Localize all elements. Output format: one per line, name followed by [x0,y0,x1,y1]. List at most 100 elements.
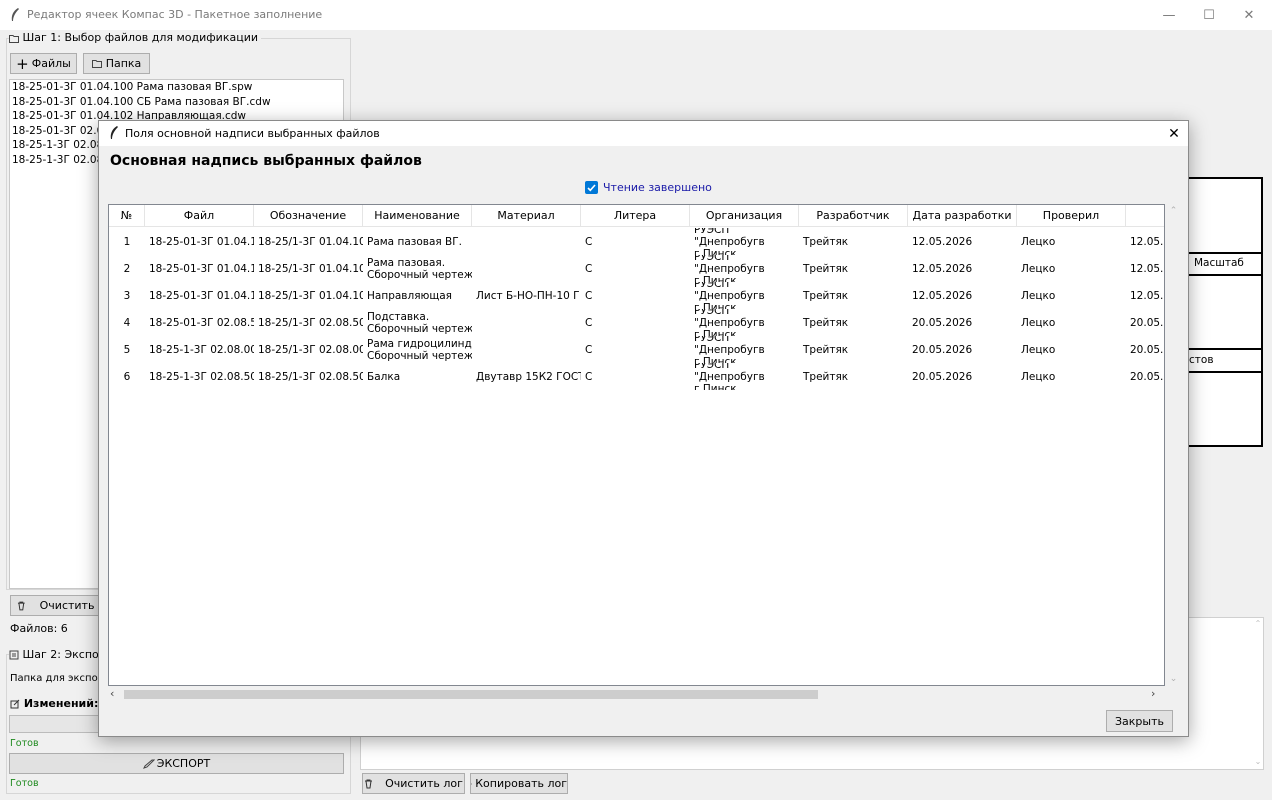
cell-check-date: 12.05.20 [1130,235,1164,248]
cell-num: 3 [123,289,131,302]
table-row[interactable]: 5 18-25-1-3Г 02.08.000 18-25/1-3Г 02.08.00… [109,336,1164,363]
cell-dev-date: 12.05.2026 [912,235,973,248]
cell-dev-date: 20.05.2026 [912,343,973,356]
cell-material [472,309,581,336]
column-header-litera[interactable]: Литера [581,205,690,227]
dialog-close-button[interactable]: Закрыть [1106,710,1173,732]
org-line-2: г.Пинск [694,328,737,337]
scroll-down-icon[interactable]: ⌄ [1252,757,1264,766]
cell-organization: РУЭСП "Днепробугв г.Пинск [690,363,799,390]
org-line-2: г.Пинск [694,247,737,256]
horizontal-scrollbar[interactable]: ‹ › [108,686,1165,702]
scroll-up-icon[interactable]: ⌃ [1165,206,1182,216]
cell-checker: Лецко [1021,262,1056,275]
log-scrollbar[interactable]: ⌃ ⌄ [1252,617,1264,770]
clear-files-button[interactable]: Очистить с [10,595,105,616]
cell-developer: Трейтяк [803,289,849,302]
cell-litera: С [585,262,593,275]
dialog-title-bar: Поля основной надписи выбранных файлов ✕ [99,121,1188,146]
cell-material [472,228,581,255]
cell-checker: Лецко [1021,235,1056,248]
column-header-num[interactable]: № [109,205,145,227]
plus-icon: + [16,54,29,73]
clear-log-label: Очистить лог [385,777,463,790]
horizontal-scroll-thumb[interactable] [124,690,818,699]
cell-num: 5 [123,343,131,356]
cell-dev-date: 20.05.2026 [912,370,973,383]
reading-done-label: Чтение завершено [603,181,712,194]
sheets-cell-label: стов [1189,354,1214,366]
step1-legend: Шаг 1: Выбор файлов для модификации [9,31,261,44]
add-files-button[interactable]: + Файлы [10,53,77,74]
cell-checker: Лецко [1021,316,1056,329]
drawing-line [1186,348,1263,350]
drawing-line [1186,274,1263,276]
column-header-check-date[interactable]: Дата [1126,205,1164,227]
scroll-right-icon[interactable]: › [1151,687,1155,700]
status-label-top: Готов [10,738,39,749]
trash-icon [17,601,25,610]
feather-icon [110,126,118,139]
org-line-2: г.Пинск [694,301,737,310]
column-header-material[interactable]: Материал [472,205,581,227]
copy-log-button[interactable]: Копировать лог [470,773,568,794]
cell-check-date: 12.05.20 [1130,262,1164,275]
column-header-name[interactable]: Наименование [363,205,472,227]
cell-litera: С [585,370,593,383]
name-text: Рама пазовая. Сборочный чертеж [367,256,472,281]
checkmark-icon [587,183,596,191]
scroll-left-icon[interactable]: ‹ [110,687,114,700]
cell-name: Подставка. Сборочный чертеж [363,309,472,336]
close-window-button[interactable]: ✕ [1226,0,1272,30]
cell-designation: 18-25/1-3Г 01.04.100 [258,235,363,248]
column-header-designation[interactable]: Обозначение [254,205,363,227]
clipboard-icon [471,782,473,785]
cell-designation: 18-25/1-3Г 02.08.000 [258,343,363,356]
cell-checker: Лецко [1021,289,1056,302]
add-folder-button[interactable]: Папка [83,53,150,74]
reading-done-checkbox-row[interactable]: Чтение завершено [585,181,712,194]
org-line-1: РУЭСП "Днепробугв [694,255,765,275]
scroll-up-icon[interactable]: ⌃ [1252,619,1264,628]
trash-icon [365,779,373,788]
status-label-bottom: Готов [10,778,39,789]
cell-organization: РУЭСП "Днепробугв г.Пинск [690,282,799,309]
column-header-file[interactable]: Файл [145,205,254,227]
dialog-close-icon[interactable]: ✕ [1164,124,1184,144]
title-block-table[interactable]: № Файл Обозначение Наименование Материал Лите… [108,204,1165,686]
cell-litera: С [585,343,593,356]
main-window-title: Редактор ячеек Компас 3D - Пакетное запо… [27,8,323,21]
scroll-down-icon[interactable]: ⌄ [1165,674,1182,684]
cell-file: 18-25-1-3Г 02.08.000 [149,343,254,356]
clear-log-button[interactable]: Очистить лог [362,773,465,794]
file-list-item[interactable]: 18-25-01-3Г 01.04.100 СБ Рама пазовая ВГ… [10,95,343,110]
drawing-line [1186,177,1263,179]
file-list-item[interactable]: 18-25-01-3Г 01.04.100 Рама пазовая ВГ.sp… [10,80,343,95]
org-line-2: г.Пинск [694,274,737,283]
export-label: ЭКСПОРТ [156,757,211,770]
org-line-2: г.Пинск [694,382,737,391]
cell-dev-date: 20.05.2026 [912,316,973,329]
column-header-organization[interactable]: Организация [690,205,799,227]
files-count: Файлов: 6 [10,622,68,635]
table-row[interactable]: 1 18-25-01-3Г 01.04.10(18-25/1-3Г 01.04.1… [109,228,1164,256]
cell-file: 18-25-01-3Г 02.08.50( [149,316,254,329]
cell-file: 18-25-01-3Г 01.04.10: [149,289,254,302]
column-header-dev-date[interactable]: Дата разработки [908,205,1017,227]
cell-designation: 18-25/1-3Г 02.08.500 [258,316,363,329]
org-line-1: РУЭСП "Днепробугв [694,282,765,302]
cell-num: 4 [123,316,131,329]
export-button[interactable]: ЭКСПОРТ [9,753,344,774]
cell-organization: РУЭСП "Днепробугв г.Пинск [690,255,799,282]
column-header-checker[interactable]: Проверил [1017,205,1126,227]
table-row[interactable]: 2 18-25-01-3Г 01.04.10(18-25/1-3Г 01.04.1… [109,255,1164,282]
cell-file: 18-25-1-3Г 02.08.501 [149,370,254,383]
column-header-developer[interactable]: Разработчик [799,205,908,227]
cell-name: Балка [367,370,401,383]
vertical-scrollbar[interactable]: ⌃ ⌄ [1165,204,1182,686]
table-row[interactable]: 3 18-25-01-3Г 01.04.10: 18-25/1-3Г 01.04.1… [109,282,1164,309]
reading-done-checkbox[interactable] [585,181,598,194]
cell-developer: Трейтяк [803,370,849,383]
table-row[interactable]: 6 18-25-1-3Г 02.08.501 18-25/1-3Г 02.08.50… [109,363,1164,390]
table-row[interactable]: 4 18-25-01-3Г 02.08.50( 18-25/1-3Г 02.08.5… [109,309,1164,337]
